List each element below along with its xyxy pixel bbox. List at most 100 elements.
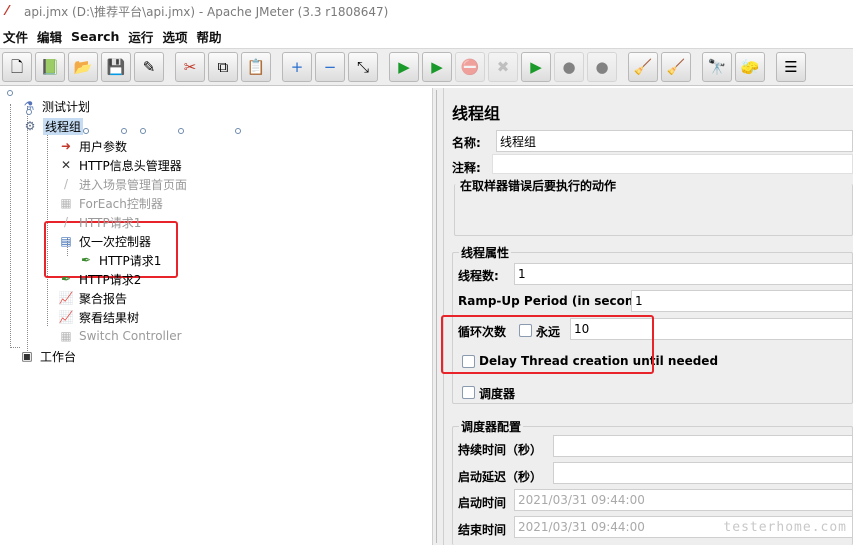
templates-icon: 📗 (40, 57, 60, 76)
templates-button[interactable]: 📗 (35, 52, 65, 82)
comment-field[interactable] (492, 154, 853, 174)
http-sampler-icon: ✒ (80, 253, 92, 267)
tree-expand-handle[interactable] (121, 128, 127, 134)
stop-button[interactable]: ⛔ (455, 52, 485, 82)
menu-options[interactable]: 选项 (159, 27, 193, 46)
tree-node-label: HTTP请求1 (79, 215, 142, 230)
start-button[interactable]: ▶ (389, 52, 419, 82)
tree-node[interactable]: ▦ Switch Controller (57, 327, 181, 345)
tree-node[interactable]: 📈 察看结果树 (57, 308, 140, 326)
toggle-button[interactable]: ⤡ (348, 52, 378, 82)
tree-expand-handle[interactable] (83, 128, 89, 134)
tree-expand-handle[interactable] (140, 128, 146, 134)
tree-node-label: 工作台 (40, 349, 77, 364)
scheduler-checkbox[interactable] (462, 386, 475, 399)
start-no-pauses-icon: ▶ (431, 57, 443, 76)
tree-node-label: HTTP信息头管理器 (79, 158, 182, 173)
tree-node[interactable]: ✒ HTTP请求2 (57, 270, 141, 288)
tree-line (10, 104, 11, 348)
tree-expand-handle[interactable] (7, 90, 13, 96)
shutdown-icon: ✖ (496, 57, 510, 76)
cut-button[interactable]: ✂ (175, 52, 205, 82)
switch-controller-icon: ▦ (60, 329, 72, 343)
open-folder-icon: 📂 (73, 57, 93, 76)
tree-node[interactable]: ✒ HTTP请求1 (77, 251, 161, 269)
clear-all-button[interactable]: 🧹 (661, 52, 691, 82)
threads-field[interactable]: 1 (514, 263, 853, 285)
tree-node[interactable]: ✕ HTTP信息头管理器 (57, 156, 182, 174)
remote-exit-button[interactable]: ● (587, 52, 617, 82)
toggle-icon: ⤡ (356, 57, 369, 76)
foreach-controller-icon: ▦ (60, 196, 72, 210)
start-no-pauses-button[interactable]: ▶ (422, 52, 452, 82)
menu-search[interactable]: Search (68, 29, 125, 44)
comment-label: 注释: (452, 161, 481, 175)
thread-properties-title: 线程属性 (459, 244, 512, 261)
remote-exit-icon: ● (595, 57, 609, 76)
start-time-field[interactable]: 2021/03/31 09:44:00 (514, 489, 853, 511)
remote-stop-button[interactable]: ● (554, 52, 584, 82)
startup-delay-field[interactable] (553, 462, 853, 484)
tree-node[interactable]: 📈 聚合报告 (57, 289, 128, 307)
sampler-disabled-icon: / (63, 177, 69, 191)
menu-help[interactable]: 帮助 (193, 27, 227, 46)
clear-icon: 🧹 (633, 57, 653, 76)
tree-node[interactable]: ➜ 用户参数 (57, 137, 127, 155)
save-button[interactable]: 💾 (101, 52, 131, 82)
shutdown-button[interactable]: ✖ (488, 52, 518, 82)
name-field[interactable]: 线程组 (496, 130, 853, 152)
remote-stop-icon: ● (562, 57, 576, 76)
save-as-button[interactable]: ✎ (134, 52, 164, 82)
tree-node-label: 察看结果树 (79, 310, 140, 325)
paste-button[interactable]: 📋 (241, 52, 271, 82)
tree-node-label: 用户参数 (79, 139, 128, 154)
tree-expand-handle[interactable] (26, 109, 32, 115)
window-titlebar: ⁄ api.jmx (D:\推荐平台\api.jmx) - Apache JMe… (0, 0, 853, 22)
menu-file[interactable]: 文件 (0, 27, 34, 46)
panel-title: 线程组 (452, 104, 501, 123)
stop-icon: ⛔ (460, 57, 480, 76)
tree-node[interactable]: ▦ ForEach控制器 (57, 194, 163, 212)
start-time-label: 启动时间 (458, 496, 507, 510)
tree-line (27, 106, 28, 351)
clear-button[interactable]: 🧹 (628, 52, 658, 82)
save-as-icon: ✎ (142, 57, 156, 76)
tree-expand-handle[interactable] (178, 128, 184, 134)
user-parameters-icon: ➜ (60, 139, 72, 153)
function-helper-button[interactable]: ☰ (776, 52, 806, 82)
expand-button[interactable]: + (282, 52, 312, 82)
open-folder-button[interactable]: 📂 (68, 52, 98, 82)
reset-search-button[interactable]: 🧽 (735, 52, 765, 82)
tree-node-label: HTTP请求2 (79, 272, 142, 287)
once-only-controller-icon: ▤ (60, 234, 72, 248)
tree-expand-handle[interactable] (235, 128, 241, 134)
new-file-button[interactable]: 🗋 (2, 52, 32, 82)
copy-button[interactable]: ⧉ (208, 52, 238, 82)
search-button[interactable]: 🔭 (702, 52, 732, 82)
remote-start-button[interactable]: ▶ (521, 52, 551, 82)
tree-node-label: 进入场景管理首页面 (79, 177, 188, 192)
duration-field[interactable] (553, 435, 853, 457)
rampup-field[interactable]: 1 (631, 290, 853, 312)
start-icon: ▶ (398, 57, 410, 76)
tree-node[interactable]: ⚙ 线程组 (21, 117, 84, 135)
menu-run[interactable]: 运行 (125, 27, 159, 46)
tree-node[interactable]: ▣ 工作台 (18, 347, 76, 365)
tree-node[interactable]: ▤ 仅一次控制器 (57, 232, 151, 250)
tree-node[interactable]: / 进入场景管理首页面 (57, 175, 187, 193)
http-sampler-disabled-icon: / (63, 215, 69, 229)
on-error-group: 在取样器错误后要执行的动作 (454, 177, 853, 236)
rampup-label: Ramp-Up Period (in seconds): (458, 294, 660, 308)
clear-all-icon: 🧹 (666, 57, 686, 76)
new-file-icon: 🗋 (10, 57, 24, 76)
header-manager-icon: ✕ (60, 158, 72, 172)
tree-node-label: ForEach控制器 (79, 196, 163, 211)
collapse-button[interactable]: − (315, 52, 345, 82)
toolbar: 🗋 📗 📂 💾 ✎ ✂ ⧉ 📋 + − ⤡ ▶ ▶ ⛔ ✖ ▶ ● ● 🧹 🧹 🔭 🧽 ☰ (0, 48, 853, 86)
tree-node[interactable]: / HTTP请求1 (57, 213, 141, 231)
menu-bar: 文件 编辑 Search 运行 选项 帮助 (0, 26, 853, 46)
tree-node-label: HTTP请求1 (99, 253, 162, 268)
highlight-box-loop (441, 315, 654, 374)
menu-edit[interactable]: 编辑 (34, 27, 68, 46)
workbench-icon: ▣ (21, 349, 33, 363)
